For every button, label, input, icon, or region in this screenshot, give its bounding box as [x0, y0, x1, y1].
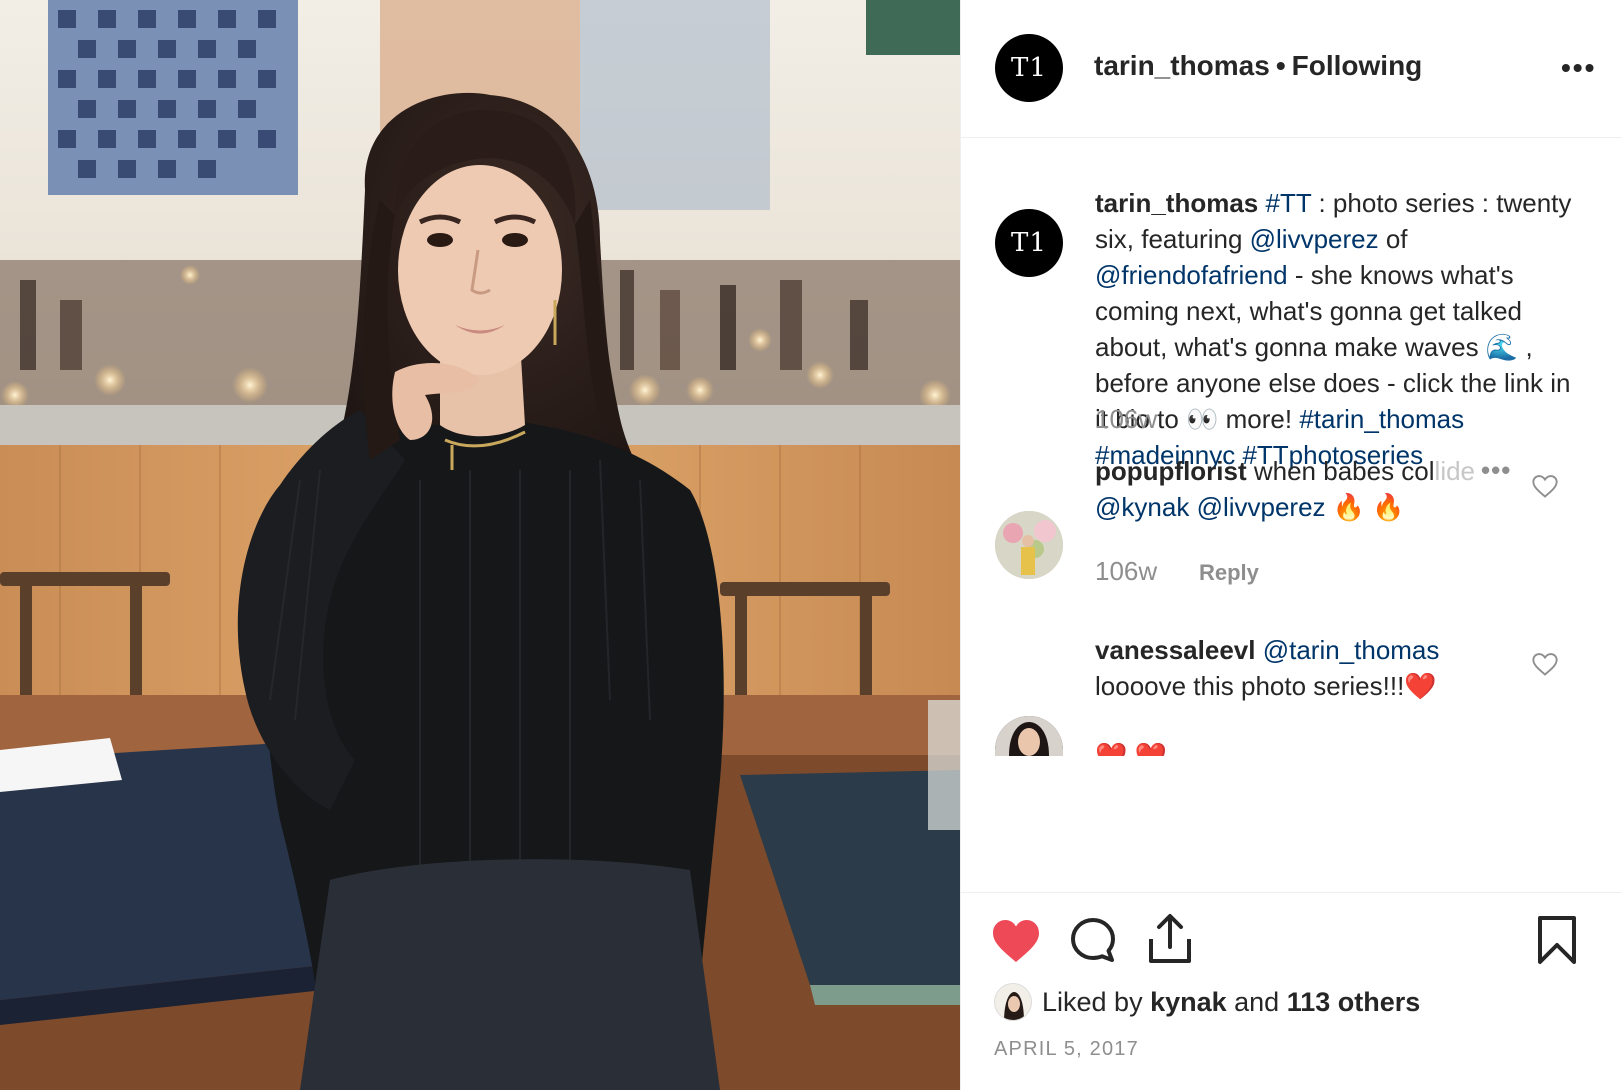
profile-avatar[interactable]: T1 [995, 34, 1063, 102]
post-photo[interactable] [0, 0, 960, 1090]
likes-prefix: Liked by [1042, 986, 1151, 1017]
liker-avatar[interactable] [994, 983, 1032, 1021]
header-user-line: tarin_thomas • Following [1094, 50, 1422, 82]
comment-overflow-text: ❤️ ❤️ [1095, 738, 1215, 756]
comment-mention-livvperez[interactable]: @livvperez [1197, 492, 1326, 522]
caption-text-2: of [1378, 224, 1408, 254]
reply-button[interactable]: Reply [1199, 560, 1259, 586]
comment-overflow-emoji: ❤️ ❤️ [1095, 741, 1167, 756]
likes-summary: Liked by kynak and 113 others [994, 982, 1420, 1022]
caption-hashtag-tarin-thomas[interactable]: #tarin_thomas [1299, 404, 1464, 434]
comment-timestamp[interactable]: 106w [1095, 556, 1157, 587]
post-photo-illustration [0, 0, 960, 1090]
comment-avatar-popupflorist[interactable] [995, 511, 1063, 579]
comment-more-icon[interactable]: ••• [1481, 455, 1511, 486]
likes-middle: and [1226, 986, 1287, 1017]
comment-vanessaleevl: vanessaleevl @tarin_thomas loooove this … [1095, 632, 1535, 702]
likes-others-link[interactable]: 113 others [1287, 987, 1421, 1017]
comment-text-faded: lide [1434, 456, 1476, 486]
comment-text: loooove this photo series!!!❤️ [1095, 671, 1437, 701]
comment-bubble-icon[interactable] [1069, 916, 1117, 964]
post-header: T1 tarin_thomas • Following ••• [961, 0, 1622, 138]
likes-text: Liked by kynak and 113 others [1042, 987, 1420, 1018]
liker-avatar-image [995, 984, 1031, 1020]
comment-mention-kynak[interactable]: @kynak [1095, 492, 1189, 522]
following-button[interactable]: Following [1292, 50, 1423, 81]
caption-username-link[interactable]: tarin_thomas [1095, 188, 1258, 218]
caption-mention-livvperez[interactable]: @livvperez [1250, 224, 1379, 254]
comment-like-heart-icon[interactable] [1531, 650, 1559, 678]
bookmark-icon[interactable] [1537, 915, 1577, 965]
header-separator: • [1275, 50, 1286, 81]
post-date[interactable]: APRIL 5, 2017 [994, 1038, 1139, 1061]
heart-filled-icon[interactable] [991, 918, 1041, 964]
post-caption: tarin_thomas #TT : photo series : twenty… [1095, 185, 1585, 473]
caption-timestamp[interactable]: 106w [1095, 404, 1157, 435]
caption-avatar-initials: T1 [1011, 228, 1047, 258]
comment-like-heart-icon[interactable] [1531, 472, 1559, 500]
florist-avatar-image [995, 511, 1063, 579]
liker-username-link[interactable]: kynak [1150, 987, 1227, 1017]
header-username-link[interactable]: tarin_thomas [1094, 50, 1270, 81]
avatar-initials: T1 [1011, 53, 1047, 83]
caption-mention-friendofafriend[interactable]: @friendofafriend [1095, 260, 1288, 290]
caption-hashtag-tt[interactable]: #TT [1266, 188, 1312, 218]
comment-emoji: 🔥 🔥 [1325, 492, 1405, 522]
comment-mention-tarin-thomas[interactable]: @tarin_thomas [1263, 635, 1440, 665]
comment-username-popupflorist[interactable]: popupflorist [1095, 456, 1247, 486]
comment-text: when babes col [1246, 456, 1435, 486]
more-options-icon[interactable]: ••• [1561, 52, 1596, 84]
post-actions-bar: Liked by kynak and 113 others APRIL 5, 2… [961, 892, 1622, 1090]
caption-avatar[interactable]: T1 [995, 209, 1063, 277]
instagram-post: T1 tarin_thomas • Following ••• T1 tarin_t… [0, 0, 1622, 1090]
share-icon[interactable] [1147, 913, 1193, 965]
comment-popupflorist: popupflorist when babes collide @kynak @… [1095, 453, 1535, 525]
post-side-panel: T1 tarin_thomas • Following ••• T1 tarin_t… [960, 0, 1622, 1090]
comment-username-vanessaleevl[interactable]: vanessaleevl [1095, 635, 1255, 665]
